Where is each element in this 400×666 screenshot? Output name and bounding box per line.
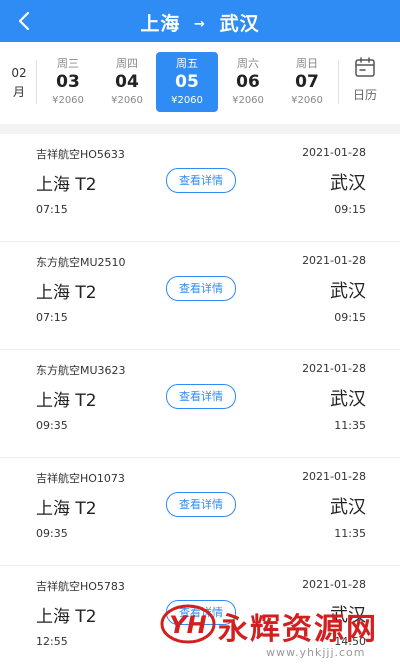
arrival-time: 11:35 xyxy=(334,527,366,540)
airline-flight-number: 吉祥航空HO5783 xyxy=(36,580,125,593)
top-bar: 上海 → 武汉 xyxy=(0,0,400,42)
departure-time: 09:35 xyxy=(36,419,68,432)
flight-card[interactable]: 东方航空MU2510 2021-01-28 上海 T2 查看详情 武汉 07:1… xyxy=(0,242,400,350)
brand-logo-icon: YH xyxy=(160,604,216,644)
calendar-button[interactable]: 日历 xyxy=(342,56,388,103)
arrival-city: 武汉 xyxy=(330,389,366,410)
departure-airport: 上海 T2 xyxy=(36,391,97,411)
date-day: 05 xyxy=(175,72,199,92)
route-title: 上海 → 武汉 xyxy=(0,9,400,36)
date-day: 04 xyxy=(115,72,139,92)
divider xyxy=(36,60,37,104)
month-unit: 月 xyxy=(12,85,25,99)
watermark-url: www.yhkjjj.com xyxy=(266,646,366,659)
airline-flight-number: 吉祥航空HO5633 xyxy=(36,148,125,161)
flight-date: 2021-01-28 xyxy=(302,146,366,159)
departure-time: 07:15 xyxy=(36,203,68,216)
section-gap xyxy=(0,124,400,134)
date-day: 06 xyxy=(236,72,260,92)
flight-card[interactable]: 吉祥航空HO1073 2021-01-28 上海 T2 查看详情 武汉 09:3… xyxy=(0,458,400,566)
calendar-label: 日历 xyxy=(352,88,377,102)
date-option[interactable]: 周三 03 ¥2060 xyxy=(38,52,98,112)
date-weekday: 周四 xyxy=(116,57,138,70)
date-day: 07 xyxy=(295,72,319,92)
flight-date: 2021-01-28 xyxy=(302,578,366,591)
watermark: YH 永辉资源网 www.yhkjjj.com xyxy=(160,596,390,662)
month-number: 02 xyxy=(11,66,27,80)
airline-flight-number: 吉祥航空HO1073 xyxy=(36,472,125,485)
date-day: 03 xyxy=(56,72,80,92)
origin-city: 上海 xyxy=(140,13,181,35)
flight-date: 2021-01-28 xyxy=(302,254,366,267)
view-details-button[interactable]: 查看详情 xyxy=(166,276,236,301)
calendar-icon xyxy=(355,57,375,77)
date-option[interactable]: 周日 07 ¥2060 xyxy=(277,52,337,112)
flight-card[interactable]: 吉祥航空HO5633 2021-01-28 上海 T2 查看详情 武汉 07:1… xyxy=(0,134,400,242)
arrival-city: 武汉 xyxy=(330,281,366,302)
view-details-button[interactable]: 查看详情 xyxy=(166,384,236,409)
arrival-city: 武汉 xyxy=(330,173,366,194)
departure-time: 09:35 xyxy=(36,527,68,540)
departure-time: 07:15 xyxy=(36,311,68,324)
flight-date: 2021-01-28 xyxy=(302,362,366,375)
destination-city: 武汉 xyxy=(219,13,260,35)
departure-airport: 上海 T2 xyxy=(36,499,97,519)
date-weekday: 周六 xyxy=(237,57,259,70)
watermark-brand: 永辉资源网 xyxy=(218,612,378,647)
flight-card[interactable]: 东方航空MU3623 2021-01-28 上海 T2 查看详情 武汉 09:3… xyxy=(0,350,400,458)
view-details-button[interactable]: 查看详情 xyxy=(166,492,236,517)
date-selector: 02 月 周三 03 ¥2060 周四 04 ¥2060 周五 05 ¥2060… xyxy=(0,42,400,124)
flight-date: 2021-01-28 xyxy=(302,470,366,483)
date-option[interactable]: 周四 04 ¥2060 xyxy=(97,52,157,112)
divider xyxy=(338,60,339,104)
date-weekday: 周五 xyxy=(176,57,198,70)
date-weekday: 周日 xyxy=(296,57,318,70)
date-option[interactable]: 周六 06 ¥2060 xyxy=(218,52,278,112)
departure-airport: 上海 T2 xyxy=(36,283,97,303)
arrival-time: 11:35 xyxy=(334,419,366,432)
date-weekday: 周三 xyxy=(57,57,79,70)
departure-airport: 上海 T2 xyxy=(36,607,97,627)
date-price: ¥2060 xyxy=(111,95,143,106)
airline-flight-number: 东方航空MU2510 xyxy=(36,256,126,269)
route-arrow: → xyxy=(194,17,206,32)
departure-time: 12:55 xyxy=(36,635,68,648)
date-price: ¥2060 xyxy=(171,95,203,106)
month-label: 02 月 xyxy=(8,64,30,102)
departure-airport: 上海 T2 xyxy=(36,175,97,195)
flight-list: 吉祥航空HO5633 2021-01-28 上海 T2 查看详情 武汉 07:1… xyxy=(0,134,400,666)
svg-text:YH: YH xyxy=(169,611,206,639)
arrival-city: 武汉 xyxy=(330,497,366,518)
arrival-time: 09:15 xyxy=(334,311,366,324)
date-price: ¥2060 xyxy=(52,95,84,106)
date-price: ¥2060 xyxy=(291,95,323,106)
date-price: ¥2060 xyxy=(232,95,264,106)
view-details-button[interactable]: 查看详情 xyxy=(166,168,236,193)
airline-flight-number: 东方航空MU3623 xyxy=(36,364,126,377)
arrival-time: 09:15 xyxy=(334,203,366,216)
date-option-selected[interactable]: 周五 05 ¥2060 xyxy=(156,52,218,112)
